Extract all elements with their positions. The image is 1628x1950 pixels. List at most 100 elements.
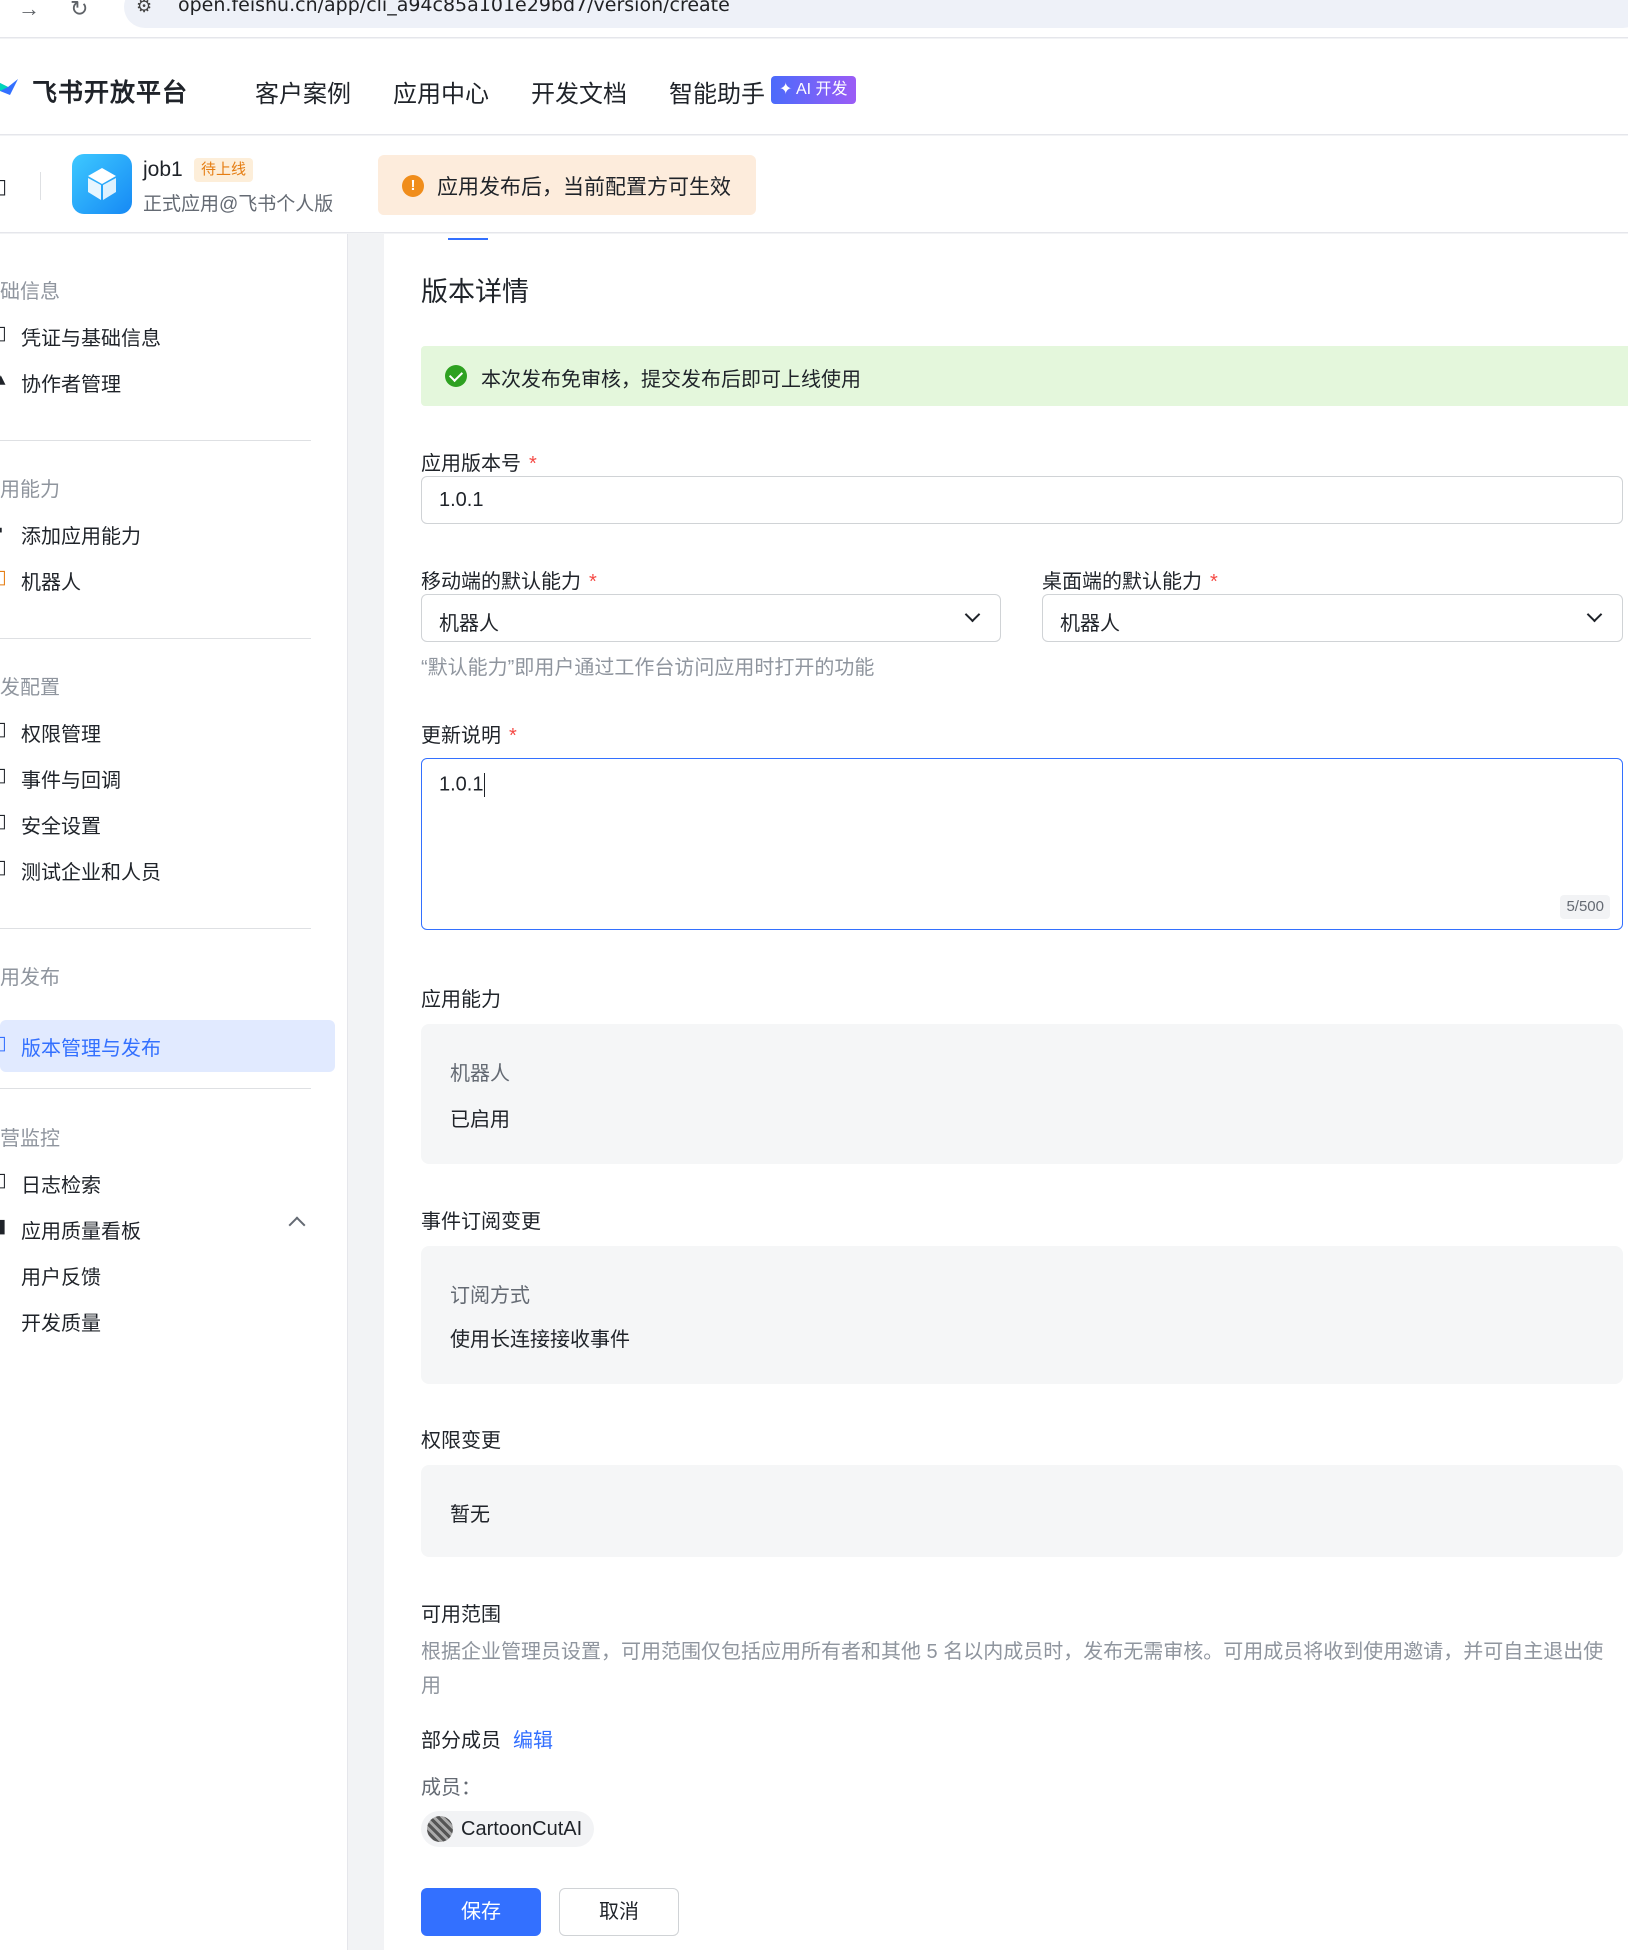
sidebar: 础信息 ▯ 凭证与基础信息 ▴ 协作者管理 用能力 ▪ 添加应用能力 ▯ 机器人… — [0, 234, 348, 1950]
sidebar-item-quality-dashboard[interactable]: ▮ 应用质量看板 — [0, 1203, 335, 1255]
url-text[interactable]: open.feishu.cn/app/cli_a94c85a101e29bd7/… — [178, 0, 730, 16]
chevron-down-icon — [1586, 606, 1603, 623]
page-title: 版本详情 — [421, 277, 529, 307]
back-icon[interactable]: ▯ — [0, 174, 7, 199]
sidebar-item-security[interactable]: ▯ 安全设置 — [0, 798, 335, 850]
events-icon: ▯ — [0, 765, 7, 786]
feishu-logo-icon[interactable] — [0, 73, 20, 99]
log-search-icon: ▯ — [0, 1170, 7, 1191]
browser-toolbar: → ↻ ⚙ open.feishu.cn/app/cli_a94c85a101e… — [0, 0, 1628, 38]
sidebar-divider — [0, 638, 311, 639]
edit-scope-link[interactable]: 编辑 — [513, 1730, 553, 1752]
char-counter: 5/500 — [1560, 895, 1610, 919]
mobile-default-label: 移动端的默认能力 * — [421, 571, 597, 593]
sidebar-divider — [0, 440, 311, 441]
permissions-change-label: 权限变更 — [421, 1430, 501, 1452]
sidebar-item-label: 安全设置 — [21, 816, 101, 838]
save-button[interactable]: 保存 — [421, 1888, 541, 1936]
credentials-icon: ▯ — [0, 323, 7, 344]
sidebar-item-label: 应用质量看板 — [21, 1221, 141, 1243]
sidebar-item-permissions[interactable]: ▯ 权限管理 — [0, 706, 335, 758]
sidebar-item-label: 凭证与基础信息 — [21, 328, 161, 350]
subscription-mode-value: 使用长连接接收事件 — [450, 1329, 630, 1351]
member-chip[interactable]: CartoonCutAI — [421, 1811, 595, 1847]
chevron-up-icon[interactable] — [288, 1216, 306, 1234]
version-icon: ▯ — [0, 1033, 7, 1054]
site-settings-icon[interactable]: ⚙ — [136, 0, 152, 17]
platform-logo-text[interactable]: 飞书开放平台 — [32, 73, 188, 109]
publish-notice: ! 应用发布后，当前配置方可生效 — [378, 155, 756, 215]
events-label: 事件订阅变更 — [421, 1211, 541, 1233]
nav-dev-docs[interactable]: 开发文档 — [531, 74, 627, 109]
permissions-icon: ▯ — [0, 719, 7, 740]
sidebar-item-label: 日志检索 — [21, 1175, 101, 1197]
mobile-default-select[interactable]: 机器人 — [421, 594, 1001, 642]
app-header: ▯ job1 待上线 正式应用@飞书个人版 ! 应用发布后，当前配置方可生效 — [0, 136, 1628, 233]
desktop-default-select[interactable]: 机器人 — [1042, 594, 1623, 642]
sidebar-item-label: 测试企业和人员 — [21, 862, 161, 884]
scope-mode: 部分成员 编辑 — [421, 1730, 553, 1752]
mobile-default-value: 机器人 — [439, 613, 499, 635]
subscription-mode-key: 订阅方式 — [450, 1285, 530, 1307]
sidebar-item-bot[interactable]: ▯ 机器人 — [0, 554, 335, 606]
collaborators-icon: ▴ — [0, 369, 6, 390]
chevron-down-icon — [964, 606, 981, 623]
add-capability-icon: ▪ — [0, 520, 3, 542]
forward-icon[interactable]: → — [18, 0, 40, 22]
sidebar-group-monitoring: 营监控 — [0, 1128, 60, 1150]
version-form-panel: 版本详情 本次发布免审核，提交发布后即可上线使用 应用版本号 * 1.0.1 移动… — [384, 234, 1628, 1950]
version-value: 1.0.1 — [439, 489, 484, 511]
sidebar-item-user-feedback[interactable]: 用户反馈 — [0, 1249, 335, 1301]
sidebar-item-label: 用户反馈 — [21, 1267, 101, 1289]
ai-dev-badge[interactable]: ✦ AI 开发 — [771, 76, 856, 104]
default-capability-hint: “默认能力”即用户通过工作台访问应用时打开的功能 — [421, 657, 875, 679]
top-navigation: 飞书开放平台 客户案例 应用中心 开发文档 智能助手 ✦ AI 开发 — [0, 39, 1628, 135]
capabilities-label: 应用能力 — [421, 989, 501, 1011]
warning-icon: ! — [402, 175, 424, 197]
nav-app-center[interactable]: 应用中心 — [393, 74, 489, 109]
sidebar-item-label: 机器人 — [21, 572, 81, 594]
nav-customer-cases[interactable]: 客户案例 — [255, 74, 351, 109]
app-subtitle: 正式应用@飞书个人版 — [143, 194, 334, 215]
sidebar-item-label: 版本管理与发布 — [21, 1038, 161, 1060]
nav-smart-assistant[interactable]: 智能助手 — [669, 74, 765, 109]
sidebar-group-basic: 础信息 — [0, 281, 60, 303]
sidebar-item-label: 协作者管理 — [21, 374, 121, 396]
bot-icon: ▯ — [0, 567, 7, 588]
sidebar-item-label: 添加应用能力 — [21, 526, 141, 548]
changelog-textarea[interactable]: 1.0.1 5/500 — [421, 758, 1623, 930]
avatar — [427, 1816, 453, 1842]
shield-icon: ▯ — [0, 811, 7, 832]
test-tenant-icon: ▯ — [0, 857, 7, 878]
sidebar-item-log-search[interactable]: ▯ 日志检索 — [0, 1157, 335, 1209]
sidebar-item-credentials[interactable]: ▯ 凭证与基础信息 — [0, 310, 335, 362]
sidebar-item-events[interactable]: ▯ 事件与回调 — [0, 752, 335, 804]
sidebar-item-add-capability[interactable]: ▪ 添加应用能力 — [0, 508, 335, 560]
scope-label: 可用范围 — [421, 1604, 501, 1626]
status-badge: 待上线 — [194, 158, 254, 182]
members-label: 成员： — [421, 1777, 481, 1799]
header-divider — [40, 172, 41, 200]
changelog-text: 1.0.1 — [439, 773, 486, 797]
version-input[interactable]: 1.0.1 — [421, 476, 1623, 524]
desktop-default-label: 桌面端的默认能力 * — [1042, 571, 1218, 593]
permissions-change-value: 暂无 — [450, 1504, 490, 1526]
sidebar-item-version-release[interactable]: ▯ 版本管理与发布 — [0, 1020, 335, 1072]
back-link[interactable] — [448, 226, 488, 240]
desktop-default-value: 机器人 — [1060, 613, 1120, 635]
scope-description: 根据企业管理员设置，可用范围仅包括应用所有者和其他 5 名以内成员时，发布无需审… — [421, 1641, 1604, 1697]
sidebar-item-test-tenants[interactable]: ▯ 测试企业和人员 — [0, 844, 335, 896]
cancel-button[interactable]: 取消 — [559, 1888, 679, 1936]
sidebar-item-label: 事件与回调 — [21, 770, 121, 792]
reload-icon[interactable]: ↻ — [70, 0, 88, 22]
capability-status: 已启用 — [450, 1109, 510, 1131]
sidebar-group-capabilities: 用能力 — [0, 479, 60, 501]
sidebar-item-collaborators[interactable]: ▴ 协作者管理 — [0, 356, 335, 408]
sidebar-item-dev-quality[interactable]: 开发质量 — [0, 1295, 335, 1347]
sidebar-item-label: 权限管理 — [21, 724, 101, 746]
success-banner: 本次发布免审核，提交发布后即可上线使用 — [421, 346, 1628, 406]
app-name: job1 — [143, 158, 183, 181]
sidebar-group-dev-config: 发配置 — [0, 677, 60, 699]
sidebar-group-release: 用发布 — [0, 967, 60, 989]
events-box: 订阅方式 使用长连接接收事件 — [421, 1246, 1623, 1384]
